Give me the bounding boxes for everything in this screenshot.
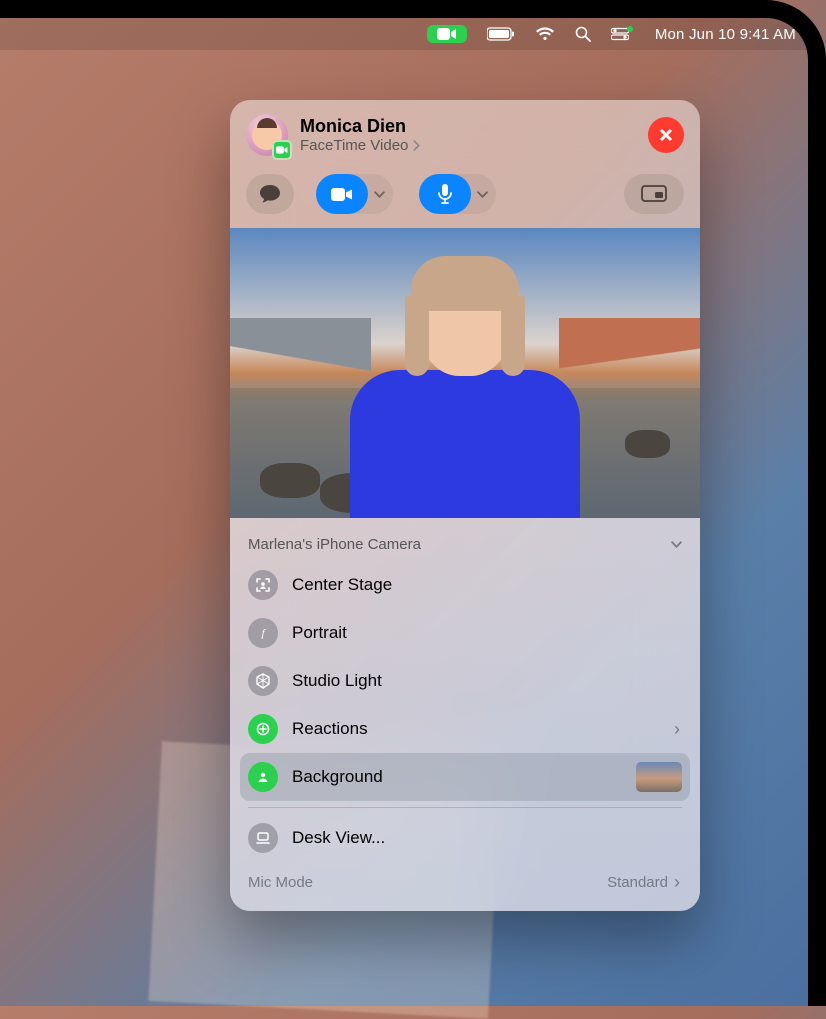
- chevron-right-icon: [411, 140, 422, 151]
- facetime-active-pill[interactable]: [427, 25, 467, 43]
- background-icon: [248, 762, 278, 792]
- camera-source-label: Marlena's iPhone Camera: [248, 536, 421, 553]
- option-portrait[interactable]: f Portrait: [230, 609, 700, 657]
- option-desk-view[interactable]: Desk View...: [230, 814, 700, 862]
- background-thumbnail: [636, 762, 682, 792]
- battery-icon[interactable]: [487, 27, 515, 41]
- caller-subtitle-text: FaceTime Video: [300, 137, 408, 154]
- messages-button[interactable]: [246, 174, 294, 214]
- caller-subtitle: FaceTime Video: [300, 137, 636, 154]
- close-icon: [658, 127, 674, 143]
- chevron-down-icon: [671, 539, 682, 550]
- chevron-down-icon[interactable]: [477, 189, 488, 200]
- option-label: Reactions: [292, 719, 368, 739]
- option-label: Center Stage: [292, 575, 392, 595]
- speech-bubble-icon: [259, 184, 281, 204]
- option-reactions[interactable]: Reactions ›: [230, 705, 700, 753]
- microphone-icon: [438, 184, 452, 204]
- mic-toggle-button[interactable]: [419, 174, 471, 214]
- video-icon: [331, 187, 353, 202]
- menu-bar: Mon Jun 10 9:41 AM: [0, 18, 808, 50]
- svg-text:f: f: [261, 628, 266, 640]
- preview-person: [350, 266, 580, 518]
- facetime-menu-panel: Monica Dien FaceTime Video: [230, 100, 700, 911]
- portrait-icon: f: [248, 618, 278, 648]
- facetime-badge-icon: [272, 140, 292, 160]
- chevron-right-icon: ›: [674, 719, 682, 740]
- mic-mode-label: Mic Mode: [248, 874, 313, 891]
- panel-header: Monica Dien FaceTime Video: [230, 100, 700, 166]
- screen-share-icon: [641, 185, 667, 203]
- spotlight-icon[interactable]: [575, 26, 591, 42]
- option-label: Desk View...: [292, 828, 385, 848]
- camera-source-dropdown[interactable]: Marlena's iPhone Camera: [230, 528, 700, 561]
- mic-mode-value: Standard: [607, 874, 668, 891]
- control-center-icon[interactable]: [611, 27, 635, 41]
- center-stage-icon: [248, 570, 278, 600]
- option-label: Background: [292, 767, 383, 787]
- option-label: Studio Light: [292, 671, 382, 691]
- option-center-stage[interactable]: Center Stage: [230, 561, 700, 609]
- video-preview: [230, 228, 700, 518]
- option-studio-light[interactable]: Studio Light: [230, 657, 700, 705]
- chevron-right-icon: ›: [674, 872, 682, 893]
- video-toggle-group: [316, 174, 393, 214]
- close-button[interactable]: [648, 117, 684, 153]
- caller-avatar[interactable]: [246, 114, 288, 156]
- chevron-down-icon[interactable]: [374, 189, 385, 200]
- studio-light-icon: [248, 666, 278, 696]
- option-background[interactable]: Background: [240, 753, 690, 801]
- caller-name: Monica Dien: [300, 116, 636, 137]
- wifi-icon[interactable]: [535, 27, 555, 41]
- control-row: [230, 166, 700, 228]
- reactions-icon: [248, 714, 278, 744]
- divider: [248, 807, 682, 808]
- video-options: Marlena's iPhone Camera Center Stage f P…: [230, 518, 700, 911]
- desk-view-icon: [248, 823, 278, 853]
- menu-datetime[interactable]: Mon Jun 10 9:41 AM: [655, 26, 796, 43]
- caller-info[interactable]: Monica Dien FaceTime Video: [300, 116, 636, 154]
- video-toggle-button[interactable]: [316, 174, 368, 214]
- option-label: Portrait: [292, 623, 347, 643]
- mic-toggle-group: [419, 174, 496, 214]
- mic-mode-row[interactable]: Mic Mode Standard ›: [230, 862, 700, 901]
- share-screen-button[interactable]: [624, 174, 684, 214]
